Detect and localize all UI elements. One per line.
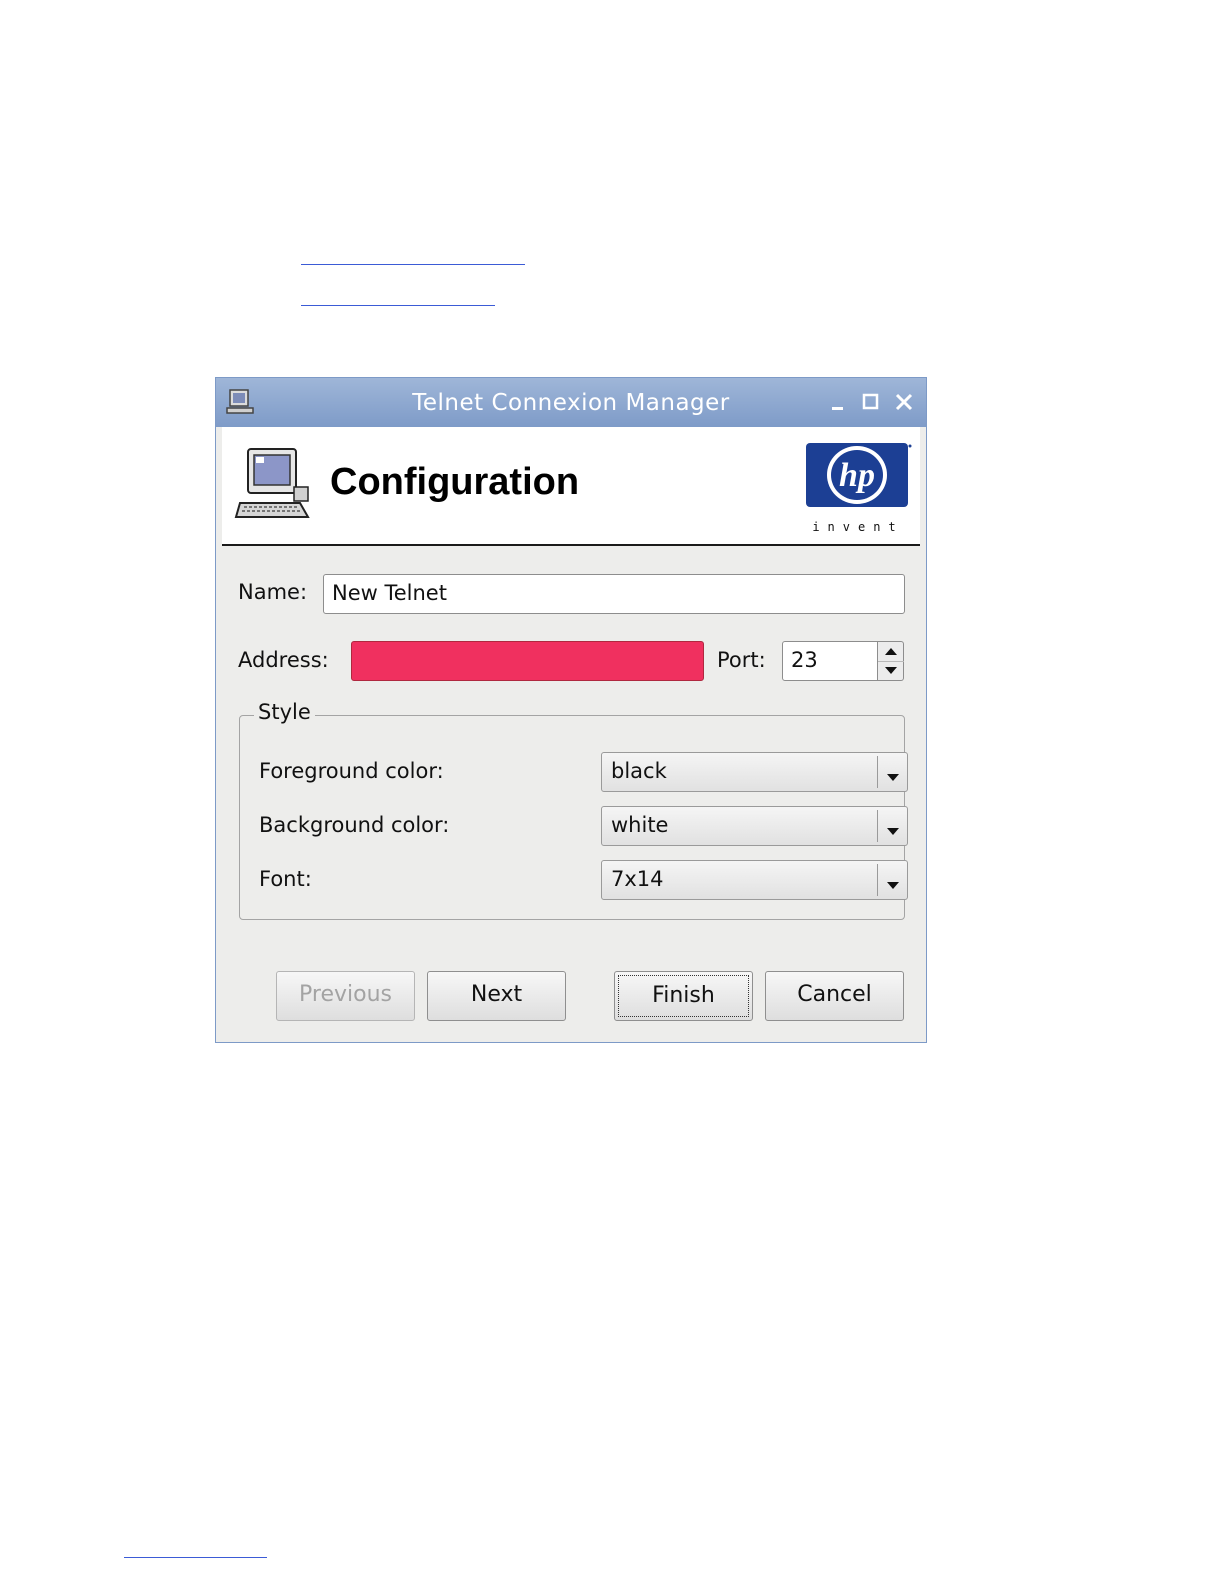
port-stepper[interactable] <box>878 641 904 681</box>
foreground-color-value: black <box>611 759 667 783</box>
name-label: Name: <box>238 580 308 604</box>
font-select[interactable]: 7x14 <box>601 860 908 900</box>
foreground-color-label: Foreground color: <box>259 759 444 783</box>
font-value: 7x14 <box>611 867 664 891</box>
dropdown-arrow-icon[interactable] <box>886 875 900 894</box>
style-group: Style Foreground color: black Background… <box>239 700 908 920</box>
dropdown-arrow-icon[interactable] <box>886 821 900 840</box>
previous-button[interactable]: Previous <box>276 971 415 1021</box>
telnet-connexion-manager-window: Telnet Connexion Manager Configuration h… <box>215 377 927 1043</box>
address-input[interactable] <box>351 641 704 681</box>
port-input[interactable]: 23 <box>782 641 878 681</box>
spin-down-icon[interactable] <box>878 661 904 680</box>
svg-text:invent: invent <box>812 520 903 534</box>
combo-separator <box>877 810 878 842</box>
window-title: Telnet Connexion Manager <box>412 390 730 416</box>
cancel-button[interactable]: Cancel <box>765 971 904 1021</box>
maximize-icon[interactable] <box>859 390 883 414</box>
style-group-legend: Style <box>254 700 315 724</box>
name-input[interactable]: New Telnet <box>323 574 905 614</box>
hp-logo: hp invent <box>802 437 914 539</box>
dropdown-arrow-icon[interactable] <box>886 767 900 786</box>
computer-icon <box>234 445 314 529</box>
svg-text:hp: hp <box>839 457 875 494</box>
combo-separator <box>877 756 878 788</box>
minimize-icon[interactable] <box>826 390 850 414</box>
combo-separator <box>877 864 878 896</box>
page-link-underline-2 <box>301 305 495 306</box>
page-link-underline-1 <box>301 264 525 265</box>
finish-button[interactable]: Finish <box>614 971 753 1021</box>
page-title: Configuration <box>330 461 580 503</box>
font-label: Font: <box>259 867 312 891</box>
footnote-rule <box>124 1557 267 1558</box>
address-label: Address: <box>238 648 329 672</box>
spin-up-icon[interactable] <box>878 642 904 662</box>
window-titlebar[interactable]: Telnet Connexion Manager <box>216 378 926 427</box>
close-icon[interactable] <box>892 390 916 414</box>
foreground-color-select[interactable]: black <box>601 752 908 792</box>
wizard-header: Configuration hp invent <box>222 427 920 546</box>
finish-button-label: Finish <box>618 975 749 1017</box>
background-color-label: Background color: <box>259 813 450 837</box>
next-button[interactable]: Next <box>427 971 566 1021</box>
background-color-value: white <box>611 813 669 837</box>
port-label: Port: <box>717 648 766 672</box>
background-color-select[interactable]: white <box>601 806 908 846</box>
